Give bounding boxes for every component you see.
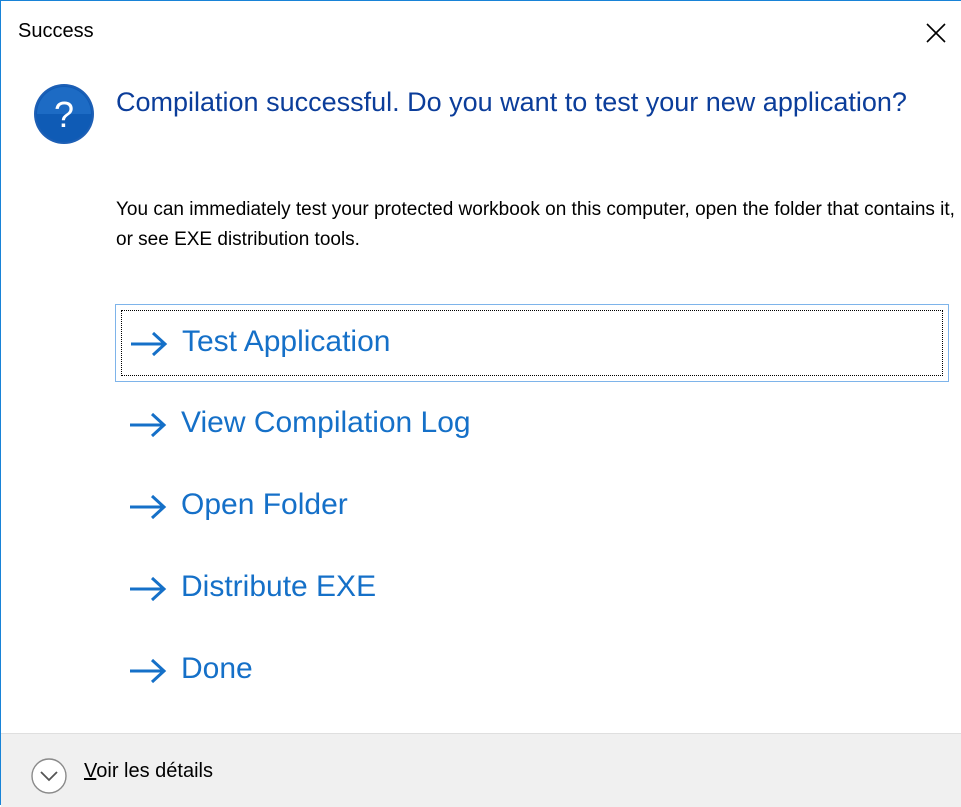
distribute-exe-label: Distribute EXE xyxy=(181,570,377,603)
question-icon: ? xyxy=(34,84,94,144)
svg-text:?: ? xyxy=(54,94,74,135)
open-folder-label: Open Folder xyxy=(181,488,348,521)
arrow-right-icon xyxy=(130,576,167,602)
arrow-right-icon xyxy=(130,494,167,520)
arrow-right-icon xyxy=(130,412,167,438)
view-compilation-log-label: View Compilation Log xyxy=(181,406,471,439)
done-link[interactable]: Done xyxy=(115,632,949,710)
done-label: Done xyxy=(181,652,253,685)
test-application-label: Test Application xyxy=(182,325,391,358)
footer-bar: Voir les détails xyxy=(1,733,961,807)
see-details-mnemonic: V xyxy=(84,760,97,782)
close-icon xyxy=(926,23,946,43)
close-button[interactable] xyxy=(899,1,961,63)
see-details-rest: oir les détails xyxy=(96,760,213,782)
title-bar: Success xyxy=(1,1,961,63)
window-title: Success xyxy=(18,20,94,42)
see-details-label: Voir les détails xyxy=(84,760,213,783)
arrow-right-icon xyxy=(130,658,167,684)
distribute-exe-link[interactable]: Distribute EXE xyxy=(115,550,949,628)
open-folder-link[interactable]: Open Folder xyxy=(115,468,949,546)
chevron-down-icon xyxy=(31,758,67,794)
arrow-right-icon xyxy=(131,331,168,357)
task-dialog: Success ? Compilation successful. Do you… xyxy=(0,0,961,807)
view-compilation-log-link[interactable]: View Compilation Log xyxy=(115,386,949,464)
test-application-link[interactable]: Test Application xyxy=(115,304,949,382)
main-instruction: Compilation successful. Do you want to t… xyxy=(116,87,907,117)
content-text: You can immediately test your protected … xyxy=(116,199,955,250)
